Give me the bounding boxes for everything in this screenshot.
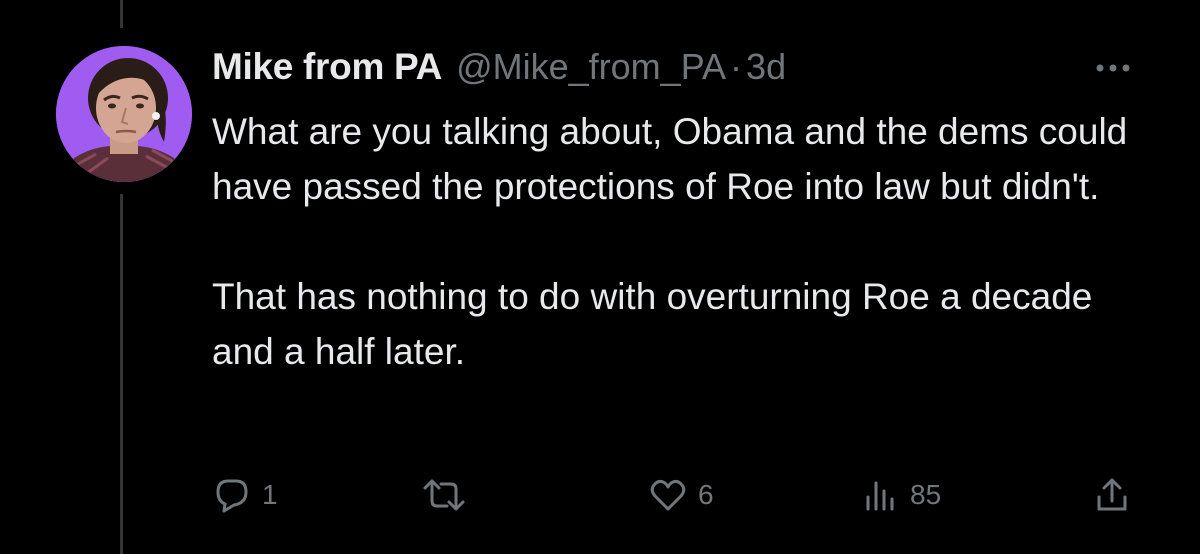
thread-line-bottom — [120, 194, 123, 554]
more-horizontal-icon — [1096, 64, 1130, 72]
tweet-text: What are you talking about, Obama and th… — [212, 104, 1142, 379]
avatar[interactable] — [56, 46, 192, 182]
views-count: 85 — [910, 479, 942, 510]
share-button[interactable] — [1092, 470, 1132, 520]
tweet-paragraph-1: What are you talking about, Obama and th… — [212, 111, 1128, 207]
tweet-header: Mike from PA @Mike_from_PA · 3d — [212, 46, 786, 96]
author-handle[interactable]: @Mike_from_PA — [456, 46, 726, 88]
reply-count: 1 — [262, 479, 278, 510]
heart-icon — [650, 479, 686, 511]
tweet-actions: 1 6 85 — [212, 470, 1142, 520]
like-count: 6 — [698, 479, 714, 510]
header-separator: · — [730, 46, 743, 87]
retweet-button[interactable] — [422, 470, 476, 520]
views-bar-icon — [866, 481, 894, 511]
reply-button[interactable]: 1 — [212, 470, 278, 520]
like-button[interactable]: 6 — [648, 470, 714, 520]
more-options-button[interactable] — [1088, 56, 1138, 80]
author-display-name[interactable]: Mike from PA — [212, 46, 442, 88]
retweet-icon — [423, 479, 465, 511]
reply-icon — [216, 479, 248, 513]
profile-photo — [56, 46, 192, 182]
thread-line-top — [120, 0, 123, 28]
tweet-timestamp[interactable]: 3d — [746, 46, 786, 88]
share-icon — [1097, 478, 1127, 511]
views-button[interactable]: 85 — [860, 470, 941, 520]
tweet-paragraph-2: That has nothing to do with overturning … — [212, 276, 1093, 372]
